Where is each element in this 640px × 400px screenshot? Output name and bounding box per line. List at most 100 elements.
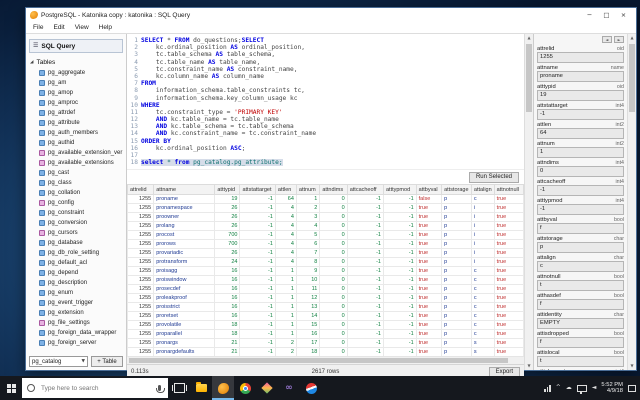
table-row[interactable]: 1255 pronargs 21 -1 2 17 0 -1 -1 true p s true — [127, 338, 524, 348]
search-input[interactable] — [39, 383, 154, 393]
detail-value-atthasdef[interactable]: f — [537, 299, 624, 310]
editor-line[interactable]: 8 information_schema.table_constraints t… — [127, 87, 524, 94]
menu-view[interactable]: View — [70, 24, 94, 31]
sidebar-item-pg_extension[interactable]: pg_extension — [26, 308, 126, 318]
sidebar-item-pg_description[interactable]: pg_description — [26, 278, 126, 288]
taskbar-clock[interactable]: 5:52 PM 4/9/18 — [601, 382, 623, 395]
table-row[interactable]: 1255 provolatile 18 -1 1 15 0 -1 -1 true p c true — [127, 320, 524, 330]
detail-value-attstattarget[interactable]: -1 — [537, 109, 624, 120]
network-icon[interactable] — [576, 385, 587, 394]
sidebar-item-pg_authid[interactable]: pg_authid — [26, 138, 126, 148]
detail-value-attndims[interactable]: 0 — [537, 166, 624, 177]
visual-studio-button[interactable]: ∞ — [278, 376, 300, 400]
detail-value-atttypid[interactable]: 19 — [537, 90, 624, 101]
table-row[interactable]: 1255 pronamespace 26 -1 4 2 0 -1 -1 true p i true — [127, 203, 524, 213]
editor-line[interactable]: 17 — [127, 152, 524, 159]
sidebar-item-pg_conversion[interactable]: pg_conversion — [26, 218, 126, 228]
sql-editor[interactable]: 1 SELECT * FROM do_questions;SELECT 2 kc.o… — [127, 34, 524, 170]
horizontal-scrollbar[interactable] — [127, 356, 524, 364]
detail-next-button[interactable]: ► — [614, 36, 624, 43]
show-hidden-icons[interactable]: ^ — [556, 376, 561, 400]
table-row[interactable]: 1255 proiswindow 16 -1 1 10 0 -1 -1 true p c true — [127, 275, 524, 285]
editor-line[interactable]: 18 select * from pg_catalog.pg_attribute; — [127, 159, 524, 167]
menu-help[interactable]: Help — [94, 24, 117, 31]
detail-value-attname[interactable]: proname — [537, 71, 624, 82]
sidebar-item-pg_aggregate[interactable]: pg_aggregate — [26, 68, 126, 78]
detail-value-attnum[interactable]: 1 — [537, 147, 624, 158]
run-selected-button[interactable]: Run Selected — [468, 171, 519, 183]
diamond-app-button[interactable] — [256, 376, 278, 400]
menu-edit[interactable]: Edit — [48, 24, 69, 31]
center-vertical-scrollbar[interactable]: ▲ ▼ — [524, 34, 533, 370]
sidebar-item-pg_available_extensions[interactable]: pg_available_extensions — [26, 158, 126, 168]
table-row[interactable]: 1255 proretset 16 -1 1 14 0 -1 -1 true p c true — [127, 311, 524, 321]
detail-value-attcacheoff[interactable]: -1 — [537, 185, 624, 196]
sidebar-item-pg_attribute[interactable]: pg_attribute — [26, 118, 126, 128]
col-header-attstattarget[interactable]: attstattarget — [239, 184, 276, 195]
scroll-down-icon[interactable]: ▼ — [628, 362, 636, 370]
editor-line[interactable]: 3 tc.table_schema AS table_schema, — [127, 51, 524, 58]
sidebar-item-pg_am[interactable]: pg_am — [26, 78, 126, 88]
editor-line[interactable]: 2 kc.ordinal_position AS ordinal_positio… — [127, 44, 524, 51]
editor-line[interactable]: 4 tc.table_name AS table_name, — [127, 59, 524, 66]
sidebar-item-pg_event_trigger[interactable]: pg_event_trigger — [26, 298, 126, 308]
editor-line[interactable]: 16 kc.ordinal_position ASC; — [127, 145, 524, 152]
editor-line[interactable]: 6 kc.column_name AS column_name — [127, 73, 524, 80]
activity-icon[interactable] — [544, 384, 551, 392]
minimize-button[interactable]: ─ — [581, 9, 598, 21]
col-header-attcacheoff[interactable]: attcacheoff — [346, 184, 384, 195]
postgresql-taskbar-button[interactable] — [212, 376, 234, 400]
microphone-icon[interactable] — [156, 385, 165, 393]
sidebar-item-pg_foreign_data_wrapper[interactable]: pg_foreign_data_wrapper — [26, 328, 126, 338]
col-header-attbyval[interactable]: attbyval — [415, 184, 443, 195]
col-header-attstorage[interactable]: attstorage — [441, 184, 472, 195]
table-row[interactable]: 1255 pronargdefaults 21 -1 2 18 0 -1 -1 true p s tru… — [127, 347, 524, 356]
editor-line[interactable]: 9 information_schema.key_column_usage kc — [127, 95, 524, 102]
editor-line[interactable]: 7 FROM — [127, 80, 524, 87]
detail-value-atttypmod[interactable]: -1 — [537, 204, 624, 215]
chrome-button[interactable] — [234, 376, 256, 400]
start-button[interactable] — [0, 376, 22, 400]
sidebar-item-pg_constraint[interactable]: pg_constraint — [26, 208, 126, 218]
scroll-down-icon[interactable]: ▼ — [525, 362, 533, 370]
add-table-button[interactable]: + Table — [91, 356, 123, 367]
editor-line[interactable]: 10 WHERE — [127, 102, 524, 109]
detail-value-attrelid[interactable]: 1255 — [537, 52, 624, 63]
menu-file[interactable]: File — [28, 24, 48, 31]
col-header-attrelid[interactable]: attrelid — [127, 184, 155, 195]
scroll-up-icon[interactable]: ▲ — [628, 34, 636, 42]
table-row[interactable]: 1255 prosecdef 16 -1 1 11 0 -1 -1 true p c true — [127, 284, 524, 294]
cloud-icon[interactable]: ☁ — [566, 376, 572, 400]
table-row[interactable]: 1255 proname 19 -1 64 1 0 -1 -1 false p c true — [127, 194, 524, 204]
col-header-attnotnull[interactable]: attnotnull — [493, 184, 524, 195]
detail-value-attislocal[interactable]: t — [537, 356, 624, 367]
close-button[interactable]: × — [615, 9, 632, 21]
col-header-attndims[interactable]: attndims — [319, 184, 348, 195]
title-bar[interactable]: PostgreSQL - Katonika copy : katonika : … — [26, 8, 636, 22]
detail-prev-button[interactable]: ◄ — [602, 36, 612, 43]
detail-value-attstorage[interactable]: p — [537, 242, 624, 253]
schema-select[interactable]: pg_catalog ▼ — [29, 356, 88, 367]
col-header-atttypid[interactable]: atttypid — [214, 184, 241, 195]
tables-tree-node[interactable]: ◢ Tables — [26, 56, 126, 68]
sidebar-item-pg_amproc[interactable]: pg_amproc — [26, 98, 126, 108]
sidebar-item-pg_enum[interactable]: pg_enum — [26, 288, 126, 298]
sidebar-item-pg_collation[interactable]: pg_collation — [26, 188, 126, 198]
table-row[interactable]: 1255 protransform 24 -1 4 8 0 -1 -1 true p i true — [127, 257, 524, 267]
maximize-button[interactable]: □ — [598, 9, 615, 21]
editor-line[interactable]: 15 ORDER BY — [127, 138, 524, 145]
sidebar-item-pg_attrdef[interactable]: pg_attrdef — [26, 108, 126, 118]
editor-line[interactable]: 5 tc.constraint_name AS constraint_name, — [127, 66, 524, 73]
speaker-icon[interactable]: ◄ — [592, 376, 597, 400]
scroll-up-icon[interactable]: ▲ — [525, 34, 533, 42]
editor-line[interactable]: 1 SELECT * FROM do_questions;SELECT — [127, 37, 524, 44]
table-row[interactable]: 1255 proleakproof 16 -1 1 12 0 -1 -1 true p c true — [127, 293, 524, 303]
table-row[interactable]: 1255 proowner 26 -1 4 3 0 -1 -1 true p i true — [127, 212, 524, 222]
editor-line[interactable]: 11 tc.constraint_type = 'PRIMARY KEY' — [127, 109, 524, 116]
sidebar-item-pg_class[interactable]: pg_class — [26, 178, 126, 188]
sidebar-item-pg_depend[interactable]: pg_depend — [26, 268, 126, 278]
detail-value-attisdropped[interactable]: f — [537, 337, 624, 348]
sidebar-item-pg_database[interactable]: pg_database — [26, 238, 126, 248]
center-scrollbar-thumb[interactable] — [526, 44, 532, 112]
sidebar-item-sql-query[interactable]: ☰ SQL Query — [29, 39, 123, 53]
